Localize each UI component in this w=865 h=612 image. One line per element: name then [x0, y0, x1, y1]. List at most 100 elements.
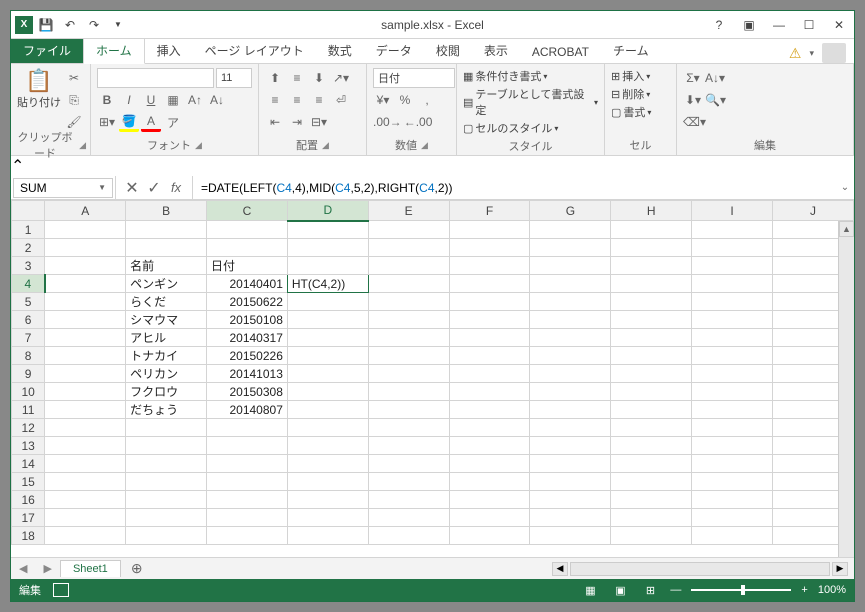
name-box[interactable]: SUM ▼	[13, 178, 113, 198]
cell-G3[interactable]	[530, 257, 611, 275]
cell-A8[interactable]	[45, 347, 126, 365]
minimize-button[interactable]: —	[764, 14, 794, 36]
cell-I2[interactable]	[692, 239, 773, 257]
zoom-level[interactable]: 100%	[818, 584, 846, 596]
cell-H1[interactable]	[611, 221, 692, 239]
cell-D2[interactable]	[287, 239, 368, 257]
cell-E12[interactable]	[368, 419, 449, 437]
cell-F4[interactable]	[449, 275, 530, 293]
cell-D18[interactable]	[287, 527, 368, 545]
row-header-4[interactable]: 4	[12, 275, 45, 293]
cell-D8[interactable]	[287, 347, 368, 365]
cell-H18[interactable]	[611, 527, 692, 545]
cell-H3[interactable]	[611, 257, 692, 275]
row-header-16[interactable]: 16	[12, 491, 45, 509]
cell-A11[interactable]	[45, 401, 126, 419]
cell-F12[interactable]	[449, 419, 530, 437]
align-left-button[interactable]: ≡	[265, 90, 285, 110]
enter-formula-button[interactable]: ✓	[144, 178, 164, 198]
cell-C10[interactable]: 20150308	[207, 383, 288, 401]
column-header-D[interactable]: D	[287, 201, 368, 221]
cell-H7[interactable]	[611, 329, 692, 347]
cell-B3[interactable]: 名前	[126, 257, 207, 275]
undo-button[interactable]: ↶	[59, 14, 81, 36]
cell-F10[interactable]	[449, 383, 530, 401]
cell-C3[interactable]: 日付	[207, 257, 288, 275]
cell-C12[interactable]	[207, 419, 288, 437]
cell-E16[interactable]	[368, 491, 449, 509]
cell-A18[interactable]	[45, 527, 126, 545]
sort-filter-button[interactable]: A↓▾	[705, 68, 725, 88]
cell-E1[interactable]	[368, 221, 449, 239]
cell-H11[interactable]	[611, 401, 692, 419]
maximize-button[interactable]: ☐	[794, 14, 824, 36]
formula-input[interactable]: =DATE(LEFT(C4,4),MID(C4,5,2),RIGHT(C4,2)…	[193, 181, 836, 195]
font-color-button[interactable]: A	[141, 112, 161, 132]
cell-E13[interactable]	[368, 437, 449, 455]
cell-A5[interactable]	[45, 293, 126, 311]
decrease-decimal-button[interactable]: ←.00	[404, 112, 433, 132]
cell-F8[interactable]	[449, 347, 530, 365]
cell-E8[interactable]	[368, 347, 449, 365]
cell-G10[interactable]	[530, 383, 611, 401]
cell-B5[interactable]: らくだ	[126, 293, 207, 311]
cell-I1[interactable]	[692, 221, 773, 239]
cell-A4[interactable]	[45, 275, 126, 293]
cell-H13[interactable]	[611, 437, 692, 455]
zoom-slider[interactable]	[691, 589, 791, 591]
hscroll-right-button[interactable]: ▶	[832, 562, 848, 576]
tab-home[interactable]: ホーム	[83, 37, 145, 64]
row-header-14[interactable]: 14	[12, 455, 45, 473]
cell-F2[interactable]	[449, 239, 530, 257]
row-header-13[interactable]: 13	[12, 437, 45, 455]
cell-D15[interactable]	[287, 473, 368, 491]
cell-A1[interactable]	[45, 221, 126, 239]
cell-B18[interactable]	[126, 527, 207, 545]
cell-B16[interactable]	[126, 491, 207, 509]
cell-G15[interactable]	[530, 473, 611, 491]
cell-D1[interactable]	[287, 221, 368, 239]
cell-D11[interactable]	[287, 401, 368, 419]
cell-G7[interactable]	[530, 329, 611, 347]
row-header-2[interactable]: 2	[12, 239, 45, 257]
cell-C5[interactable]: 20150622	[207, 293, 288, 311]
cell-G17[interactable]	[530, 509, 611, 527]
orientation-button[interactable]: ↗▾	[331, 68, 351, 88]
cell-D16[interactable]	[287, 491, 368, 509]
hscroll-left-button[interactable]: ◀	[552, 562, 568, 576]
cell-B6[interactable]: シマウマ	[126, 311, 207, 329]
cell-I17[interactable]	[692, 509, 773, 527]
chevron-down-icon[interactable]: ▾	[809, 48, 814, 59]
cell-I8[interactable]	[692, 347, 773, 365]
cell-I12[interactable]	[692, 419, 773, 437]
cell-G5[interactable]	[530, 293, 611, 311]
cell-G11[interactable]	[530, 401, 611, 419]
decrease-font-button[interactable]: A↓	[207, 90, 227, 110]
cell-C18[interactable]	[207, 527, 288, 545]
cell-D17[interactable]	[287, 509, 368, 527]
cell-H15[interactable]	[611, 473, 692, 491]
column-header-E[interactable]: E	[368, 201, 449, 221]
cell-C17[interactable]	[207, 509, 288, 527]
ribbon-options-button[interactable]: ▣	[734, 14, 764, 36]
tab-file[interactable]: ファイル	[11, 38, 83, 63]
normal-view-button[interactable]: ▦	[580, 584, 600, 597]
cell-D7[interactable]	[287, 329, 368, 347]
column-header-I[interactable]: I	[692, 201, 773, 221]
cell-B12[interactable]	[126, 419, 207, 437]
cell-C7[interactable]: 20140317	[207, 329, 288, 347]
cell-E5[interactable]	[368, 293, 449, 311]
italic-button[interactable]: I	[119, 90, 139, 110]
cell-C15[interactable]	[207, 473, 288, 491]
tab-team[interactable]: チーム	[601, 38, 661, 63]
align-bottom-button[interactable]: ⬇	[309, 68, 329, 88]
decrease-indent-button[interactable]: ⇤	[265, 112, 285, 132]
tab-insert[interactable]: 挿入	[145, 38, 193, 63]
row-header-5[interactable]: 5	[12, 293, 45, 311]
row-header-8[interactable]: 8	[12, 347, 45, 365]
cell-H9[interactable]	[611, 365, 692, 383]
cancel-formula-button[interactable]: ✕	[122, 178, 142, 198]
cell-G14[interactable]	[530, 455, 611, 473]
format-as-table-button[interactable]: ▤テーブルとして書式設定▾	[463, 86, 598, 118]
tab-formulas[interactable]: 数式	[316, 38, 364, 63]
